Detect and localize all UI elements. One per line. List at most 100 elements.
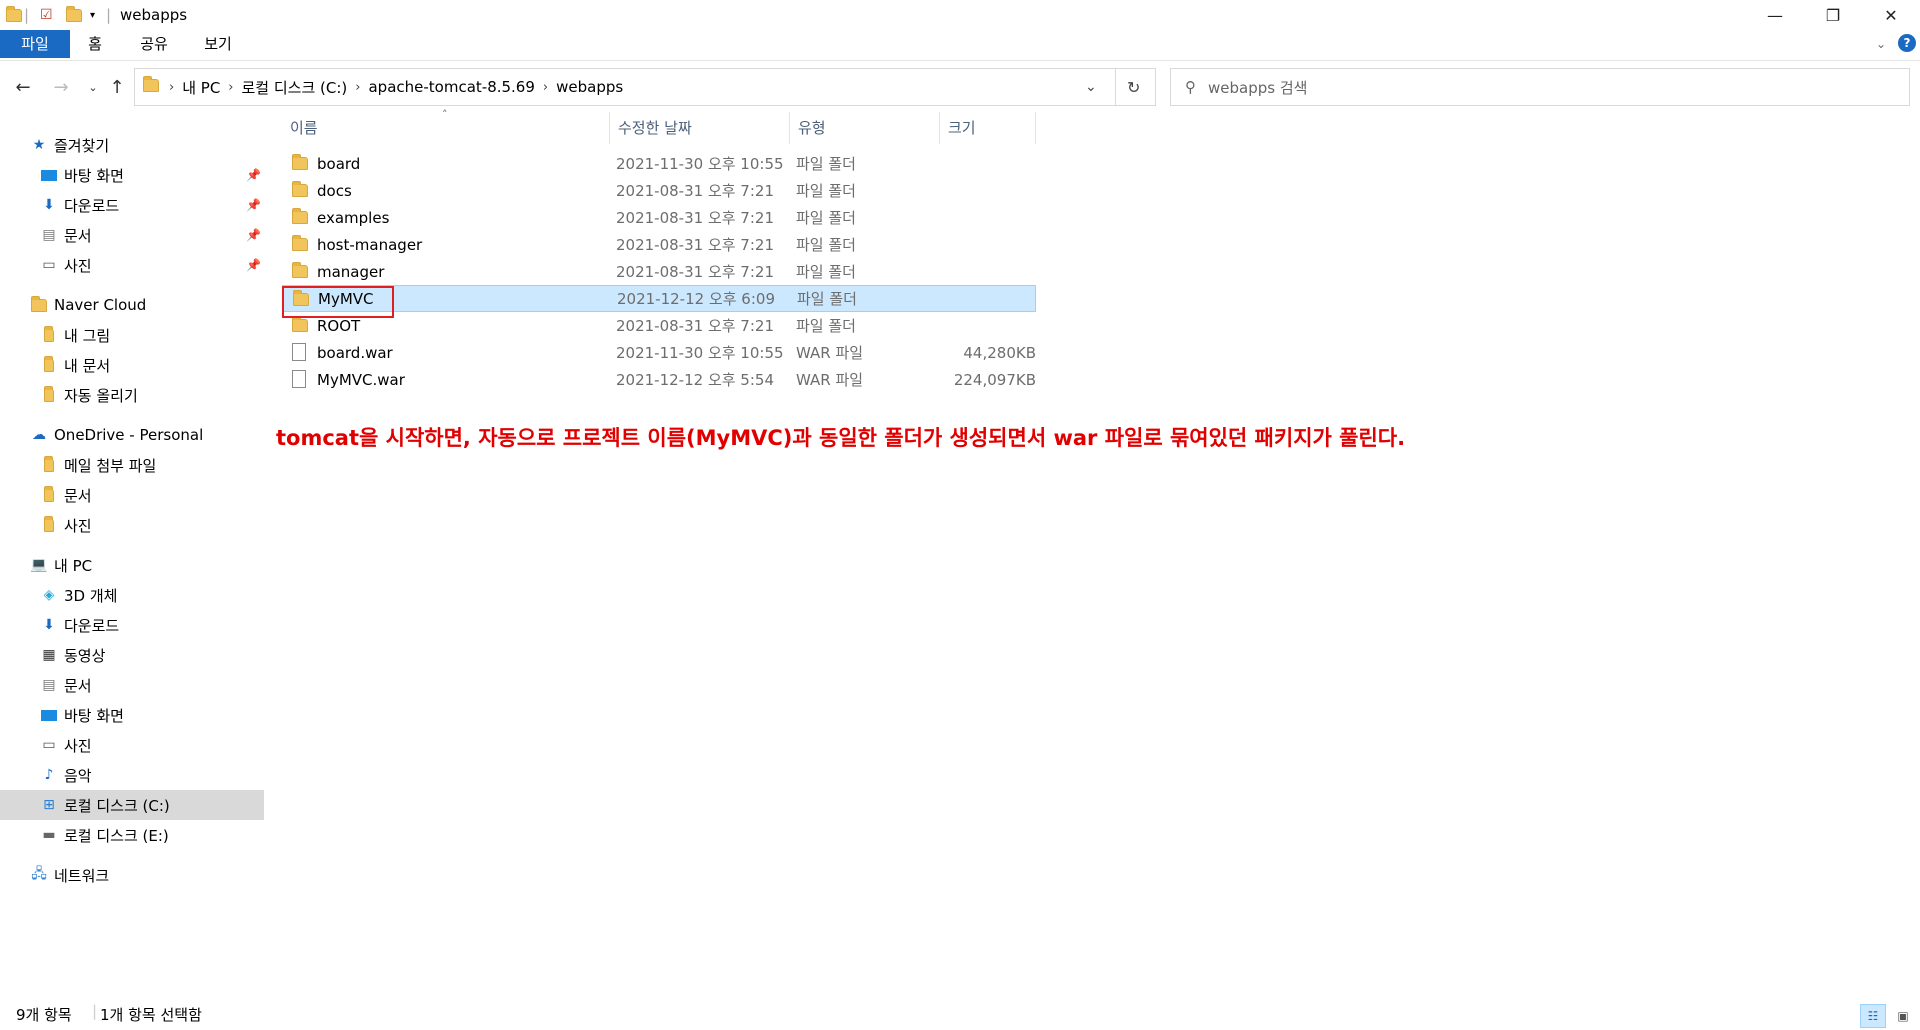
address-dropdown-icon[interactable]: ⌄ bbox=[1085, 79, 1097, 95]
nav-network[interactable]: 🖧 네트워크 bbox=[30, 860, 264, 890]
nav-label: Naver Cloud bbox=[54, 296, 147, 314]
list-item[interactable]: host-manager 2021-08-31 오후 7:21 파일 폴더 bbox=[282, 231, 1036, 258]
nav-naver-cloud[interactable]: Naver Cloud bbox=[30, 290, 264, 320]
desktop-icon bbox=[40, 707, 58, 723]
breadcrumb-tomcat[interactable]: apache-tomcat-8.5.69 bbox=[368, 78, 534, 96]
nav-item-local-disk-e[interactable]: ▬ 로컬 디스크 (E:) bbox=[0, 820, 264, 850]
nav-label: 문서 bbox=[64, 486, 92, 505]
list-item[interactable]: board.war 2021-11-30 오후 10:55 WAR 파일 44,… bbox=[282, 339, 1036, 366]
search-input[interactable]: webapps 검색 bbox=[1208, 77, 1307, 98]
search-box[interactable]: ⚲ webapps 검색 bbox=[1170, 68, 1910, 106]
star-icon: ★ bbox=[32, 137, 46, 153]
nav-item-pc-documents[interactable]: ▤ 문서 bbox=[0, 670, 264, 700]
expand-ribbon-icon[interactable]: ⌄ bbox=[1876, 37, 1886, 51]
folder-icon bbox=[40, 325, 58, 343]
nav-item-music[interactable]: ♪ 음악 bbox=[0, 760, 264, 790]
list-item[interactable]: MyMVC.war 2021-12-12 오후 5:54 WAR 파일 224,… bbox=[282, 366, 1036, 393]
nav-label: 사진 bbox=[64, 736, 92, 755]
nav-label: 음악 bbox=[64, 766, 92, 785]
item-date: 2021-11-30 오후 10:55 bbox=[616, 344, 784, 362]
chevron-right-icon[interactable]: › bbox=[169, 80, 174, 95]
list-item[interactable]: board 2021-11-30 오후 10:55 파일 폴더 bbox=[282, 150, 1036, 177]
tab-view[interactable]: 보기 bbox=[200, 30, 236, 58]
pin-icon[interactable]: 📌 bbox=[246, 258, 261, 272]
item-name: examples bbox=[317, 208, 390, 227]
cloud-icon: ☁ bbox=[32, 427, 46, 443]
chevron-right-icon[interactable]: › bbox=[228, 80, 233, 95]
minimize-button[interactable]: — bbox=[1746, 0, 1804, 30]
pin-icon[interactable]: 📌 bbox=[246, 228, 261, 242]
nav-item-pictures[interactable]: ▭ 사진 📌 bbox=[0, 250, 264, 280]
column-header-size[interactable]: 크기 bbox=[940, 112, 1036, 144]
nav-label: 사진 bbox=[64, 516, 92, 535]
back-button[interactable]: ← bbox=[12, 76, 34, 98]
nav-item-local-disk-c[interactable]: ⊞ 로컬 디스크 (C:) bbox=[0, 790, 264, 820]
pin-icon[interactable]: 📌 bbox=[246, 198, 261, 212]
new-folder-icon[interactable] bbox=[66, 5, 82, 25]
music-icon: ♪ bbox=[44, 767, 54, 783]
list-item[interactable]: manager 2021-08-31 오후 7:21 파일 폴더 bbox=[282, 258, 1036, 285]
nav-item-onedrive-documents[interactable]: 문서 bbox=[0, 480, 264, 510]
list-item-selected[interactable]: MyMVC 2021-12-12 오후 6:09 파일 폴더 bbox=[282, 285, 1036, 312]
navigation-bar: ← → ⌄ ↑ › 내 PC › 로컬 디스크 (C:) › apache-to… bbox=[0, 66, 1920, 108]
large-icons-view-icon[interactable]: ▣ bbox=[1890, 1004, 1916, 1028]
nav-item-mail-attachments[interactable]: 메일 첨부 파일 bbox=[0, 450, 264, 480]
address-bar[interactable]: › 내 PC › 로컬 디스크 (C:) › apache-tomcat-8.5… bbox=[134, 68, 1156, 106]
details-view-icon[interactable]: ☷ bbox=[1860, 1004, 1886, 1028]
folder-icon bbox=[292, 235, 308, 255]
file-list: ˄ 이름 수정한 날짜 유형 크기 board 2021-11-30 오후 10… bbox=[282, 108, 1912, 992]
nav-item-videos[interactable]: ▦ 동영상 bbox=[0, 640, 264, 670]
nav-item-pc-pictures[interactable]: ▭ 사진 bbox=[0, 730, 264, 760]
up-button[interactable]: ↑ bbox=[106, 76, 128, 98]
restore-button[interactable]: ❐ bbox=[1804, 0, 1862, 30]
list-item[interactable]: docs 2021-08-31 오후 7:21 파일 폴더 bbox=[282, 177, 1036, 204]
customize-toolbar-icon[interactable]: ▾ bbox=[90, 5, 95, 25]
nav-item-auto-upload[interactable]: 자동 올리기 bbox=[0, 380, 264, 410]
tab-file[interactable]: 파일 bbox=[0, 30, 70, 58]
breadcrumb-local-disk-c[interactable]: 로컬 디스크 (C:) bbox=[242, 77, 348, 98]
nav-this-pc[interactable]: 💻 내 PC bbox=[30, 550, 264, 580]
breadcrumb-webapps[interactable]: webapps bbox=[556, 78, 623, 96]
item-name: manager bbox=[317, 262, 385, 281]
column-header-name[interactable]: 이름 bbox=[282, 112, 610, 144]
nav-item-pc-downloads[interactable]: ⬇ 다운로드 bbox=[0, 610, 264, 640]
item-size: 44,280KB bbox=[963, 343, 1036, 362]
nav-item-onedrive-pictures[interactable]: 사진 bbox=[0, 510, 264, 540]
nav-label: 3D 개체 bbox=[64, 586, 118, 605]
item-type: WAR 파일 bbox=[796, 371, 864, 389]
nav-item-my-documents[interactable]: 내 문서 bbox=[0, 350, 264, 380]
breadcrumb-this-pc[interactable]: 내 PC bbox=[182, 77, 220, 98]
forward-button[interactable]: → bbox=[50, 76, 72, 98]
properties-icon[interactable]: ☑ bbox=[40, 5, 53, 25]
tab-share[interactable]: 공유 bbox=[134, 30, 174, 58]
nav-item-pc-desktop[interactable]: 바탕 화면 bbox=[0, 700, 264, 730]
help-icon[interactable]: ? bbox=[1898, 34, 1916, 52]
nav-item-documents[interactable]: ▤ 문서 📌 bbox=[0, 220, 264, 250]
nav-item-desktop[interactable]: 바탕 화면 📌 bbox=[0, 160, 264, 190]
nav-item-3d-objects[interactable]: ◈ 3D 개체 bbox=[0, 580, 264, 610]
pin-icon[interactable]: 📌 bbox=[246, 168, 261, 182]
nav-item-my-pictures[interactable]: 내 그림 bbox=[0, 320, 264, 350]
nav-label: 자동 올리기 bbox=[64, 386, 138, 405]
nav-quick-access[interactable]: ★ 즐겨찾기 bbox=[30, 130, 264, 160]
close-button[interactable]: ✕ bbox=[1862, 0, 1920, 30]
chevron-right-icon[interactable]: › bbox=[355, 80, 360, 95]
refresh-icon[interactable]: ↻ bbox=[1127, 78, 1140, 97]
download-icon: ⬇ bbox=[43, 617, 55, 633]
list-item[interactable]: ROOT 2021-08-31 오후 7:21 파일 폴더 bbox=[282, 312, 1036, 339]
chevron-right-icon[interactable]: › bbox=[543, 80, 548, 95]
item-count: 9개 항목 bbox=[16, 1006, 72, 1024]
folder-icon bbox=[40, 355, 58, 373]
folder-icon bbox=[292, 316, 308, 336]
tab-home[interactable]: 홈 bbox=[82, 30, 108, 58]
nav-item-downloads[interactable]: ⬇ 다운로드 📌 bbox=[0, 190, 264, 220]
item-type: WAR 파일 bbox=[796, 344, 864, 362]
list-item[interactable]: examples 2021-08-31 오후 7:21 파일 폴더 bbox=[282, 204, 1036, 231]
column-header-type[interactable]: 유형 bbox=[790, 112, 940, 144]
nav-label: 다운로드 bbox=[64, 196, 120, 215]
item-date: 2021-11-30 오후 10:55 bbox=[616, 155, 784, 173]
nav-onedrive[interactable]: ☁ OneDrive - Personal bbox=[30, 420, 264, 450]
folder-icon bbox=[292, 154, 308, 174]
column-header-date[interactable]: 수정한 날짜 bbox=[610, 112, 790, 144]
recent-locations-button[interactable]: ⌄ bbox=[82, 76, 104, 98]
